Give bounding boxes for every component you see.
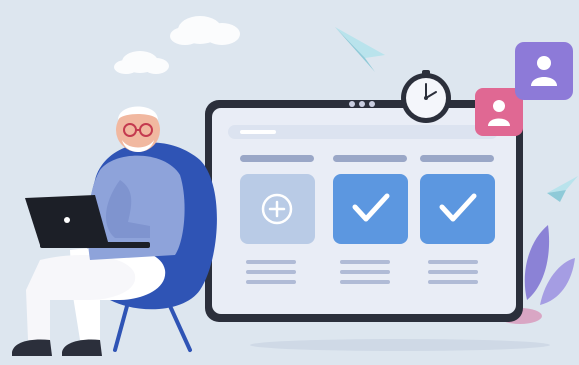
user-avatar-icon [475, 88, 523, 136]
floor-shadow [250, 339, 550, 351]
illustration-scene [0, 0, 579, 365]
user-avatar-icon [515, 42, 573, 100]
